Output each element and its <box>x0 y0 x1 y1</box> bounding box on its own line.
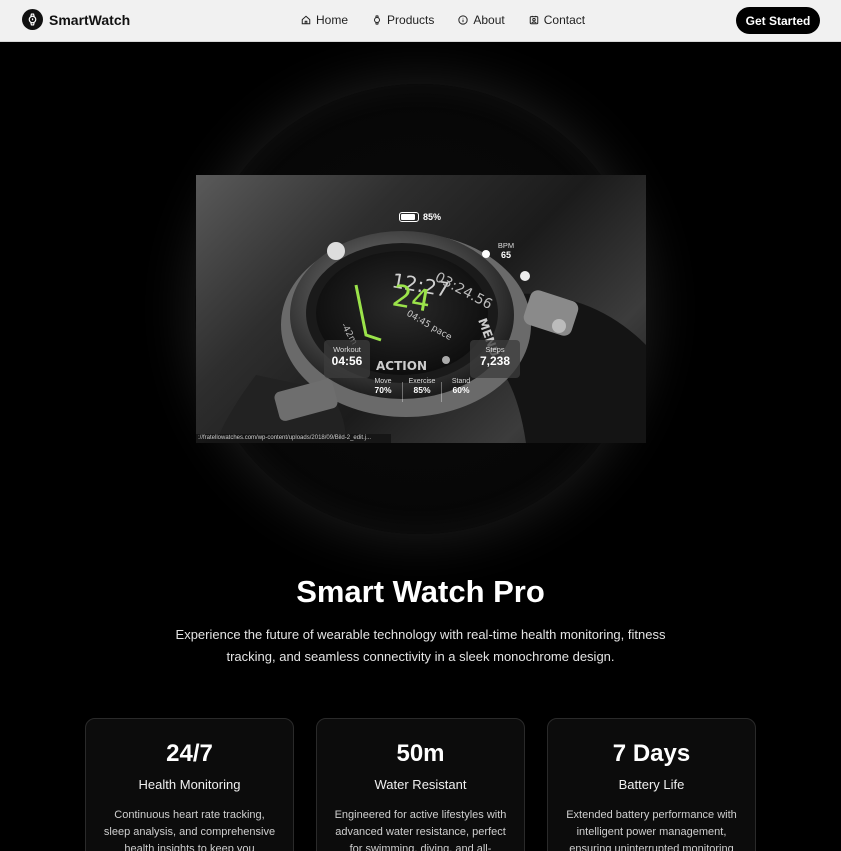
feature-card-battery: 7 Days Battery Life Extended battery per… <box>547 718 756 851</box>
top-nav: SmartWatch Home Products About Contact G… <box>0 0 841 42</box>
ring-value: 70% <box>374 385 392 395</box>
feature-stat: 7 Days <box>612 740 691 767</box>
watch-icon <box>22 9 43 30</box>
ring-value: 85% <box>413 385 431 395</box>
feature-stat: 50m <box>396 740 445 767</box>
battery-indicator: 85% <box>399 212 441 222</box>
bpm-label: BPM <box>497 241 515 250</box>
activity-rings: Move 70% Exercise 85% Stand 60% <box>364 378 480 402</box>
steps-label: Steps <box>485 345 505 354</box>
feature-title: Battery Life <box>618 777 685 792</box>
battery-value: 85% <box>423 212 442 222</box>
battery-icon <box>399 212 419 222</box>
nav-link-home[interactable]: Home <box>301 13 348 27</box>
brand-name: SmartWatch <box>49 11 131 28</box>
steps-value: 7,238 <box>479 354 511 368</box>
ring-label: Exercise <box>408 378 436 385</box>
nav-links: Home Products About Contact <box>301 13 585 27</box>
contact-icon <box>529 15 538 25</box>
nav-link-label: Contact <box>543 13 586 27</box>
feature-description: Engineered for active lifestyles with ad… <box>334 809 507 851</box>
feature-title: Water Resistant <box>374 777 467 792</box>
feature-card-health: 24/7 Health Monitoring Continuous heart … <box>85 718 294 851</box>
ring-exercise: Exercise 85% <box>403 378 441 402</box>
info-icon <box>458 15 469 25</box>
nav-link-about[interactable]: About <box>458 13 505 27</box>
battery-fill <box>401 214 415 220</box>
page-title: Smart Watch Pro <box>296 574 545 609</box>
bpm-readout: BPM 65 <box>492 241 520 260</box>
feature-card-water: 50m Water Resistant Engineered for activ… <box>316 718 525 851</box>
get-started-button[interactable]: Get Started <box>736 7 820 34</box>
ring-label: Stand <box>451 378 471 385</box>
nav-link-label: Products <box>387 13 435 27</box>
nav-link-label: About <box>473 13 505 27</box>
feature-title: Health Monitoring <box>138 777 241 792</box>
feature-description: Continuous heart rate tracking, sleep an… <box>103 809 276 851</box>
brand-logo[interactable]: SmartWatch <box>22 9 130 30</box>
bpm-value: 65 <box>500 250 511 260</box>
nav-link-label: Home <box>316 13 349 27</box>
home-icon <box>301 15 311 25</box>
workout-value: 04:56 <box>331 354 363 368</box>
ring-value: 60% <box>452 385 470 395</box>
feature-description: Extended battery performance with intell… <box>566 809 737 851</box>
feature-stat: 24/7 <box>166 740 213 767</box>
ring-move: Move 70% <box>364 378 402 402</box>
svg-text:ACTION: ACTION <box>376 359 427 373</box>
nav-link-contact[interactable]: Contact <box>529 13 585 27</box>
workout-label: Workout <box>333 345 361 354</box>
watch-icon <box>374 15 381 25</box>
nav-link-products[interactable]: Products <box>372 13 434 27</box>
workout-card: Workout 04:56 <box>324 340 370 378</box>
image-url-caption: ://fratellowatches.com/wp-content/upload… <box>196 434 391 443</box>
ring-stand: Stand 60% <box>442 378 480 402</box>
steps-card: Steps 7,238 <box>470 340 520 378</box>
page-subtitle: Experience the future of wearable techno… <box>175 627 666 664</box>
ring-label: Move <box>374 378 392 385</box>
